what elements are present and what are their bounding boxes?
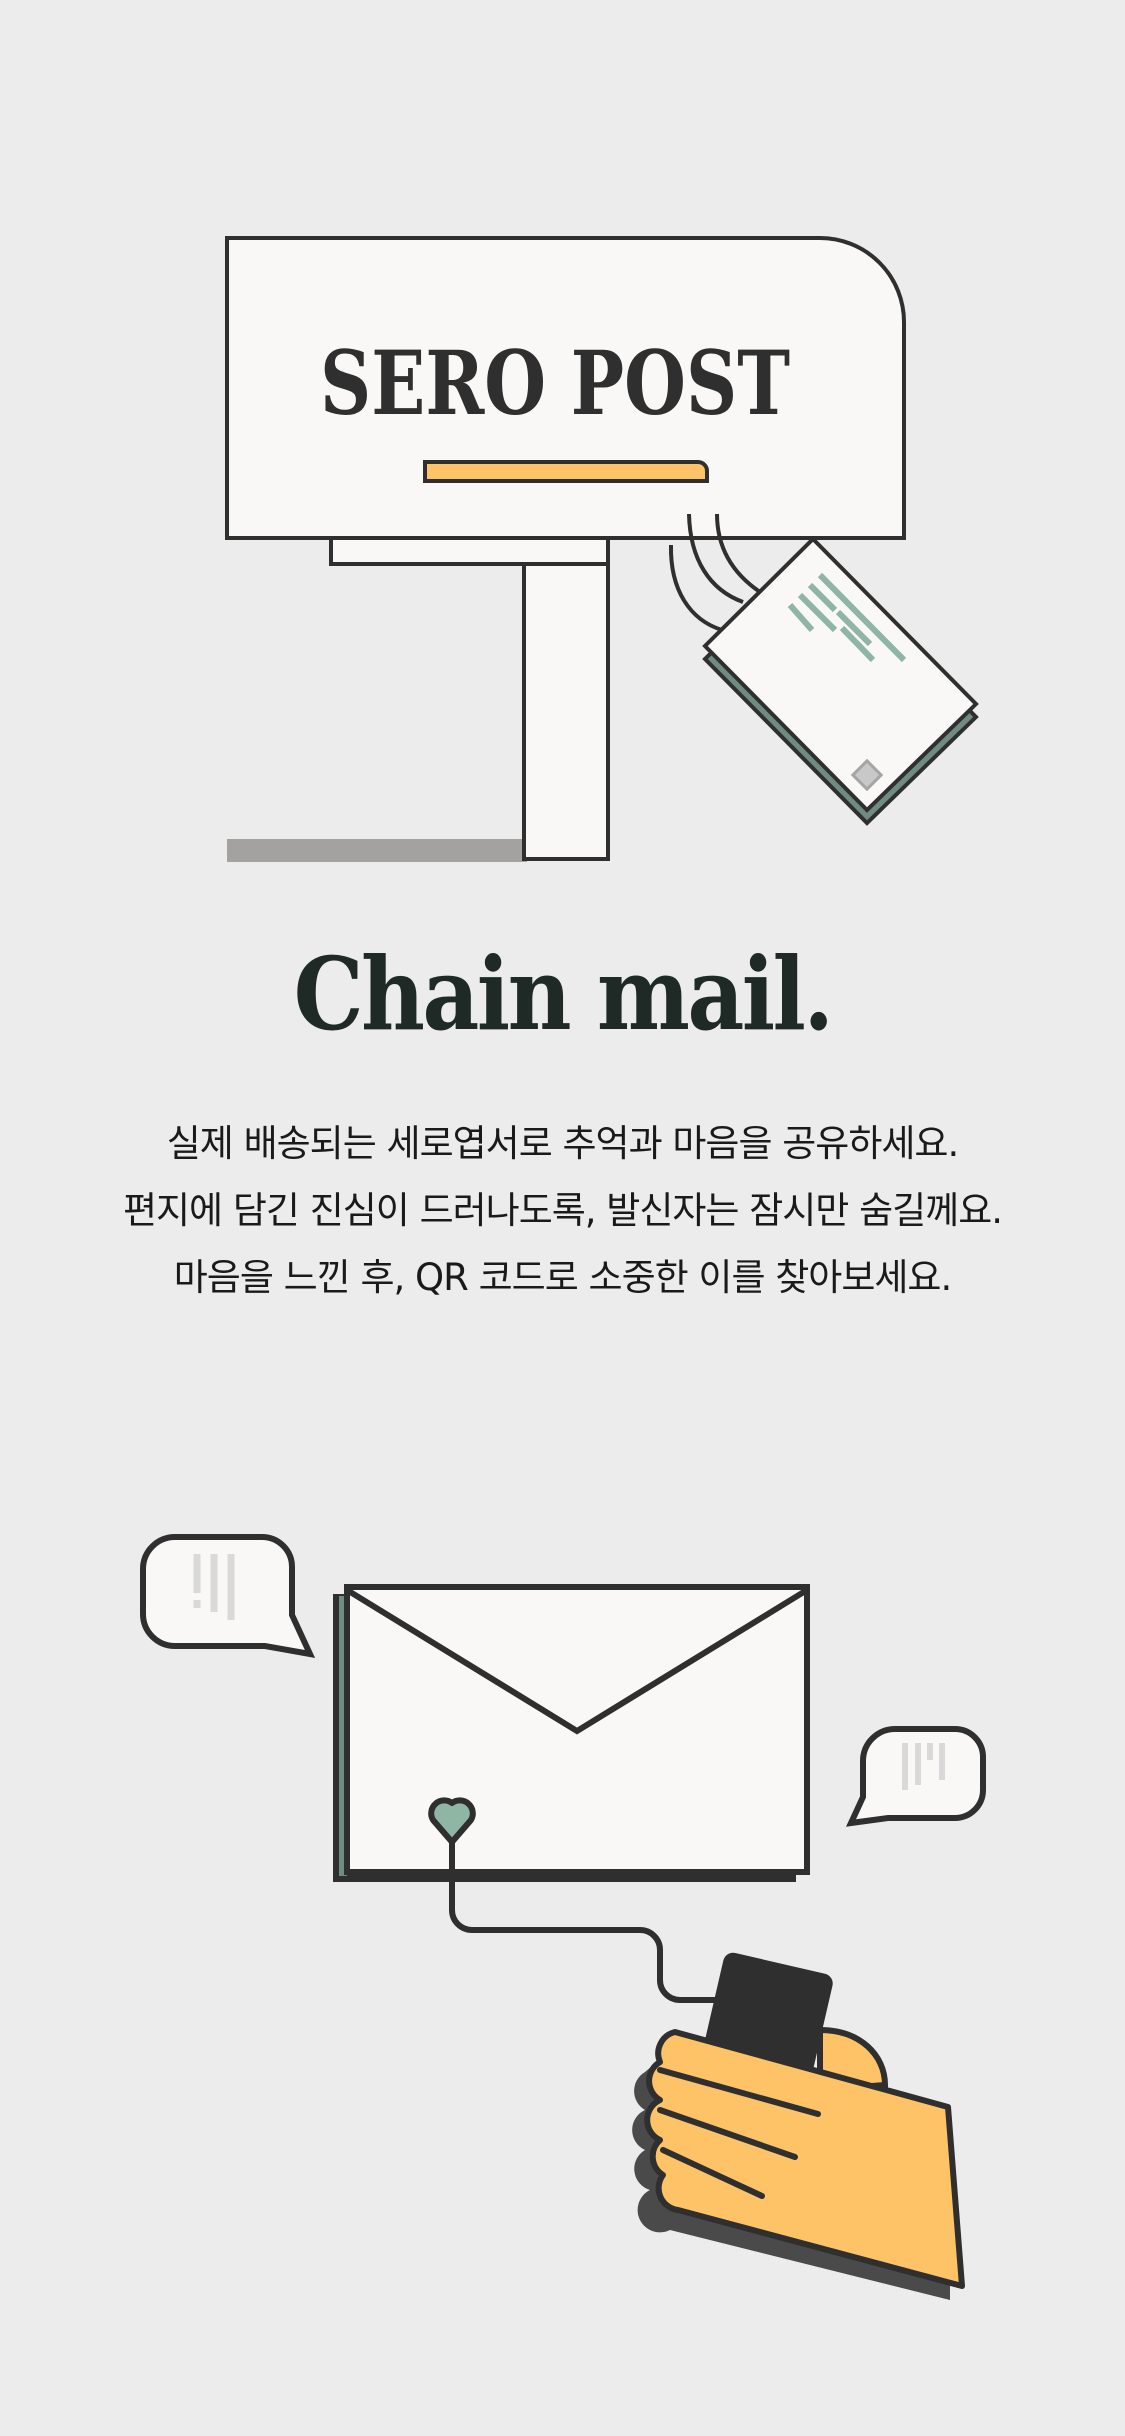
envelope-icon <box>333 1584 810 1882</box>
heart-icon <box>428 1797 476 1845</box>
hand-phone-icon <box>632 1952 965 2300</box>
speech-bubble-icon <box>140 1534 316 1658</box>
speech-bubble-icon <box>845 1726 986 1827</box>
page-title: Chain mail. <box>293 935 834 1053</box>
description-line: 마음을 느낀 후, QR 코드로 소중한 이를 찾아보세요. <box>173 1256 952 1299</box>
cord <box>449 1840 720 2003</box>
description: 실제 배송되는 세로엽서로 추억과 마음을 공유하세요. 편지에 담긴 진심이 … <box>0 1110 1125 1311</box>
mailbox-illustration: SERO POST <box>225 236 979 862</box>
mailbox-logo: SERO POST <box>320 331 790 435</box>
description-line: 편지에 담긴 진심이 드러나도록, 발신자는 잠시만 숨길께요. <box>122 1189 1003 1232</box>
mailbox-bracket <box>329 534 610 566</box>
ground-shadow <box>227 839 527 862</box>
mail-slot <box>423 460 709 483</box>
mailbox-pole <box>522 562 610 861</box>
description-line: 실제 배송되는 세로엽서로 추억과 마음을 공유하세요. <box>166 1122 959 1165</box>
